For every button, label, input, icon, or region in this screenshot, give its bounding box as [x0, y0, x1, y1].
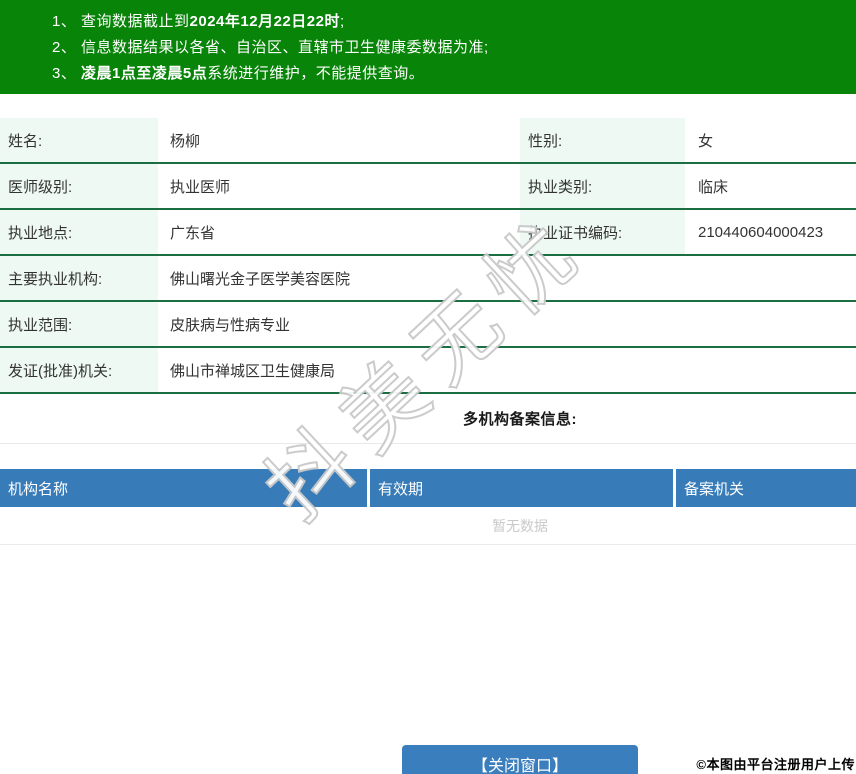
header-cell-institution-name: 机构名称 — [8, 480, 69, 498]
header-cell-validity-period: 有效期 — [367, 469, 673, 507]
field-value-certificate-number: 210440604000423 — [698, 223, 824, 241]
doctor-info-table: 姓名: 杨柳 性别: 女 医师级别: 执业医师 执业类别: 临床 执业地点: 广… — [0, 118, 856, 394]
field-label-practice-location: 执业地点: — [0, 210, 158, 254]
notice-banner: 1、 查询数据截止到2024年12月22日22时; 2、 信息数据结果以各省、自… — [0, 0, 856, 94]
header-cell-record-authority: 备案机关 — [673, 469, 856, 507]
field-label-certificate-number: 执业证书编码: — [520, 210, 685, 254]
field-label-practice-scope: 执业范围: — [0, 302, 158, 346]
field-value-practice-location: 广东省 — [170, 224, 216, 242]
field-value-gender: 女 — [698, 132, 714, 150]
notice-line: 1、 查询数据截止到2024年12月22日22时; — [52, 9, 846, 35]
empty-data-row: 暂无数据 — [0, 507, 856, 545]
notice-bold-segment: 2024年12月22日22时 — [189, 13, 340, 30]
notice-segment: 系统进行维护，不能提供查询。 — [207, 65, 425, 82]
section-title: 多机构备案信息: — [463, 411, 577, 428]
notice-segment: 2、 信息数据结果以各省、自治区、直辖市卫生健康委数据为准; — [52, 39, 489, 56]
copyright-text: ©本图由平台注册用户上传 — [696, 757, 855, 772]
close-window-button[interactable]: 【关闭窗口】 — [402, 745, 638, 774]
notice-segment: 1、 查询数据截止到 — [52, 13, 190, 30]
license-query-result-page: 1、 查询数据截止到2024年12月22日22时; 2、 信息数据结果以各省、自… — [0, 0, 856, 774]
field-label-main-institution: 主要执业机构: — [0, 256, 158, 300]
field-value-main-institution: 佛山曙光金子医学美容医院 — [170, 270, 351, 288]
field-value-issuing-authority: 佛山市禅城区卫生健康局 — [170, 362, 336, 380]
notice-line: 3、 凌晨1点至凌晨5点系统进行维护，不能提供查询。 — [52, 61, 846, 87]
table-row: 执业范围: 皮肤病与性病专业 — [0, 302, 856, 348]
field-label-practice-category: 执业类别: — [520, 164, 685, 208]
empty-data-text: 暂无数据 — [492, 517, 548, 534]
field-value-name: 杨柳 — [170, 132, 201, 150]
table-row: 主要执业机构: 佛山曙光金子医学美容医院 — [0, 256, 856, 302]
multi-institution-section: 多机构备案信息: — [0, 394, 856, 444]
table-row: 执业地点: 广东省 执业证书编码: 210440604000423 — [0, 210, 856, 256]
notice-bold-segment: 凌晨1点至凌晨5点 — [81, 65, 208, 82]
records-table-header: 机构名称 有效期 备案机关 — [0, 469, 856, 507]
field-value-doctor-level: 执业医师 — [170, 178, 231, 196]
field-label-name: 姓名: — [0, 118, 158, 162]
table-row: 发证(批准)机关: 佛山市禅城区卫生健康局 — [0, 348, 856, 394]
field-label-doctor-level: 医师级别: — [0, 164, 158, 208]
content-area: 姓名: 杨柳 性别: 女 医师级别: 执业医师 执业类别: 临床 执业地点: 广… — [0, 118, 856, 545]
field-label-gender: 性别: — [520, 118, 685, 162]
table-row: 医师级别: 执业医师 执业类别: 临床 — [0, 164, 856, 210]
field-value-practice-scope: 皮肤病与性病专业 — [170, 316, 291, 334]
notice-segment: 3、 — [52, 65, 82, 82]
notice-line: 2、 信息数据结果以各省、自治区、直辖市卫生健康委数据为准; — [52, 35, 846, 61]
notice-segment: ; — [339, 13, 345, 30]
field-label-issuing-authority: 发证(批准)机关: — [0, 348, 158, 392]
field-value-practice-category: 临床 — [698, 178, 729, 196]
table-row: 姓名: 杨柳 性别: 女 — [0, 118, 856, 164]
